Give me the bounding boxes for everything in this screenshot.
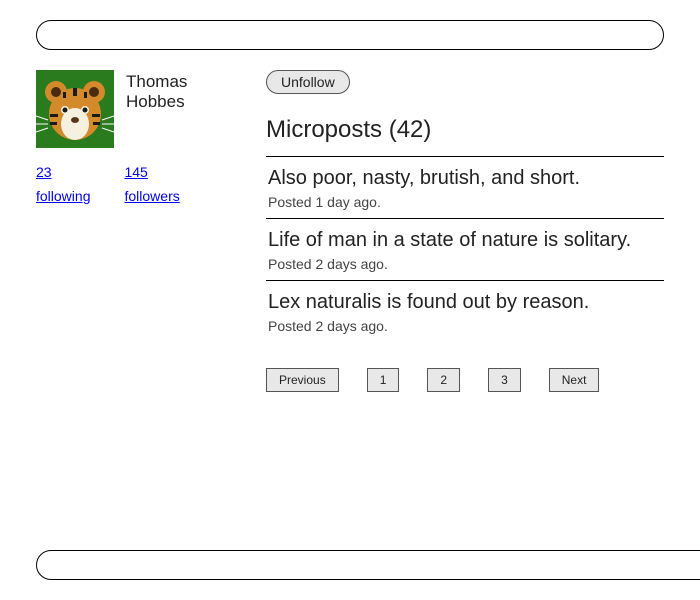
page-1-button[interactable]: 1 (367, 368, 400, 392)
sidebar: Thomas Hobbes 23 following 145 followers (36, 70, 236, 392)
micropost-meta: Posted 1 day ago. (268, 194, 664, 210)
header-bar (36, 20, 664, 50)
micropost-content: Also poor, nasty, brutish, and short. (268, 167, 664, 190)
micropost-content: Lex naturalis is found out by reason. (268, 291, 664, 314)
unfollow-button[interactable]: Unfollow (266, 70, 350, 94)
footer-bar (36, 550, 700, 580)
pagination: Previous 1 2 3 Next (266, 368, 664, 392)
microposts-heading: Microposts (42) (266, 116, 664, 144)
main-content: Unfollow Microposts (42) Also poor, nast… (266, 70, 664, 392)
micropost-item: Lex naturalis is found out by reason. Po… (266, 281, 664, 342)
followers-stat: 145 followers (124, 164, 179, 204)
micropost-meta: Posted 2 days ago. (268, 318, 664, 334)
following-stat: 23 following (36, 164, 90, 204)
page-2-button[interactable]: 2 (427, 368, 460, 392)
user-name: Thomas Hobbes (126, 70, 236, 148)
followers-label-link[interactable]: followers (124, 188, 179, 204)
micropost-item: Also poor, nasty, brutish, and short. Po… (266, 157, 664, 218)
micropost-content: Life of man in a state of nature is soli… (268, 229, 664, 252)
next-button[interactable]: Next (549, 368, 600, 392)
followers-count-link[interactable]: 145 (124, 164, 179, 180)
following-count-link[interactable]: 23 (36, 164, 90, 180)
micropost-meta: Posted 2 days ago. (268, 256, 664, 272)
avatar (36, 70, 114, 148)
following-label-link[interactable]: following (36, 188, 90, 204)
page-3-button[interactable]: 3 (488, 368, 521, 392)
micropost-item: Life of man in a state of nature is soli… (266, 219, 664, 280)
previous-button[interactable]: Previous (266, 368, 339, 392)
